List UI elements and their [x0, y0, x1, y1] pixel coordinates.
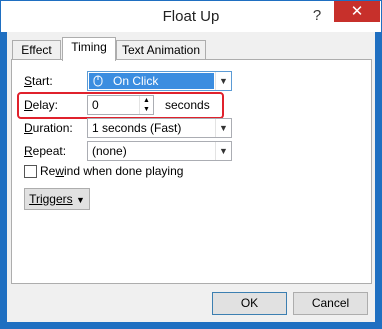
start-select[interactable]: On Click ▼: [87, 71, 232, 91]
delay-label: Delay:: [24, 98, 59, 112]
mouse-icon: [93, 75, 103, 87]
chevron-down-icon[interactable]: ▼: [215, 72, 231, 90]
delay-unit: seconds: [165, 98, 210, 112]
chevron-down-icon[interactable]: ▼: [215, 142, 231, 160]
rewind-label: Rewind when done playing: [40, 164, 184, 178]
ok-button[interactable]: OK: [212, 292, 287, 315]
delay-value: 0: [92, 98, 99, 112]
repeat-select[interactable]: (none) ▼: [87, 141, 232, 161]
triggers-label: Triggers: [29, 192, 73, 206]
dialog-window: Float Up ? ✕ Effect Timing Text Animatio…: [0, 0, 382, 329]
repeat-value: (none): [92, 144, 127, 158]
timing-panel: Start: On Click ▼ Delay: 0 ▲ ▼ seconds D…: [11, 59, 372, 284]
start-value-text: On Click: [113, 74, 159, 88]
duration-select[interactable]: 1 seconds (Fast) ▼: [87, 118, 232, 138]
help-icon[interactable]: ?: [307, 6, 327, 26]
duration-value: 1 seconds (Fast): [92, 121, 182, 135]
tab-timing[interactable]: Timing: [62, 37, 116, 61]
cancel-button[interactable]: Cancel: [293, 292, 368, 315]
tab-effect[interactable]: Effect: [12, 40, 61, 60]
chevron-down-icon[interactable]: ▼: [215, 119, 231, 137]
title-bar: Float Up ? ✕: [1, 1, 381, 32]
dialog-body: Effect Timing Text Animation Start: On C…: [7, 32, 375, 322]
close-icon[interactable]: ✕: [334, 1, 380, 22]
rewind-checkbox[interactable]: [24, 165, 37, 178]
start-selected-value: On Click: [89, 73, 214, 89]
spin-up-icon[interactable]: ▲: [139, 96, 153, 105]
tab-text-animation[interactable]: Text Animation: [116, 40, 206, 60]
triggers-button[interactable]: Triggers ▼: [24, 188, 90, 210]
double-chevron-down-icon: ▼: [76, 195, 85, 205]
start-label: Start:: [24, 74, 53, 88]
delay-spinner[interactable]: 0 ▲ ▼: [87, 95, 154, 115]
spin-down-icon[interactable]: ▼: [139, 105, 153, 114]
repeat-label: Repeat:: [24, 144, 67, 158]
duration-label: Duration:: [24, 121, 73, 135]
